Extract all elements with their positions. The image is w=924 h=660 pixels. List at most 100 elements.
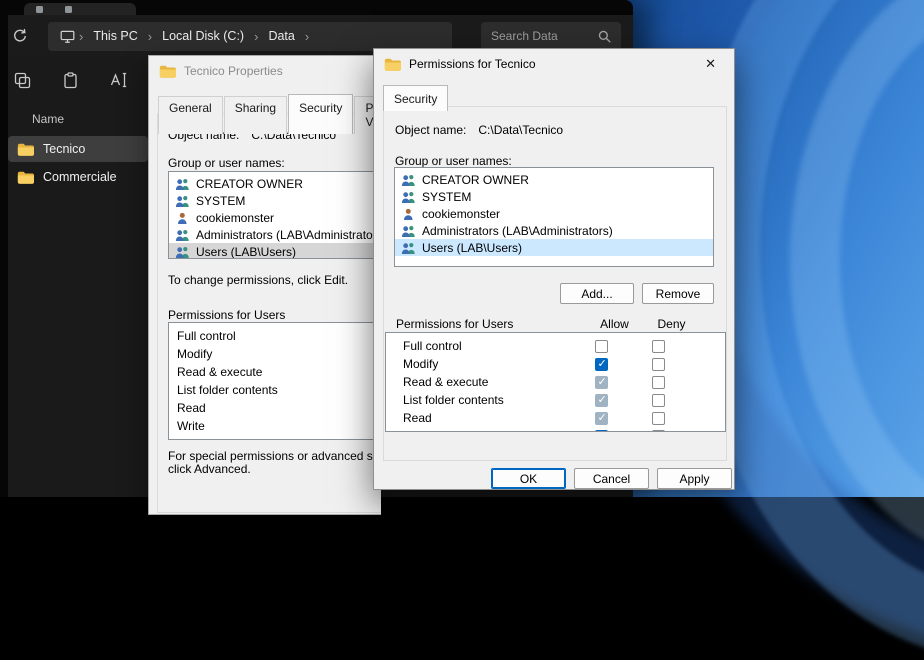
- permissions-for-users-label: Permissions for Users: [168, 308, 285, 322]
- cancel-button[interactable]: Cancel: [574, 468, 649, 489]
- remove-button[interactable]: Remove: [642, 283, 714, 304]
- permissions-dialog-title: Permissions for Tecnico: [409, 57, 689, 71]
- tab-close-icon[interactable]: [65, 6, 72, 13]
- group-item[interactable]: cookiemonster: [395, 205, 713, 222]
- user-group-icon: [401, 174, 416, 186]
- permission-item[interactable]: Full control: [169, 327, 381, 345]
- breadcrumb-item[interactable]: This PC: [85, 29, 145, 43]
- permission-item[interactable]: Read: [169, 399, 381, 417]
- deny-checkbox[interactable]: [652, 412, 665, 425]
- search-box[interactable]: Search Data: [481, 22, 621, 51]
- user-group-icon: [401, 225, 416, 237]
- group-item[interactable]: Users (LAB\Users): [395, 239, 713, 256]
- ok-button[interactable]: OK: [491, 468, 566, 489]
- properties-dialog: Tecnico Properties GeneralSharingSecurit…: [148, 55, 381, 515]
- breadcrumb-item[interactable]: Data: [260, 29, 302, 43]
- tab-general[interactable]: General: [158, 96, 223, 134]
- breadcrumb-item[interactable]: Local Disk (C:): [154, 29, 252, 43]
- group-item[interactable]: Administrators (LAB\Administrators): [169, 226, 381, 243]
- permission-name: Modify: [386, 357, 573, 371]
- tab-security[interactable]: Security: [288, 94, 353, 134]
- allow-checkbox[interactable]: [595, 358, 608, 371]
- file-name: Tecnico: [43, 142, 85, 156]
- allow-checkbox[interactable]: [595, 412, 608, 425]
- dialog-folder-icon: [384, 57, 401, 71]
- group-item-label: cookiemonster: [422, 207, 500, 221]
- column-header-name[interactable]: Name: [8, 108, 148, 136]
- permission-row: Write: [386, 427, 725, 432]
- group-item[interactable]: Users (LAB\Users): [169, 243, 381, 259]
- edit-hint: To change permissions, click Edit.: [168, 273, 348, 287]
- deny-checkbox[interactable]: [652, 376, 665, 389]
- user-group-icon: [175, 229, 190, 241]
- allow-checkbox[interactable]: [595, 340, 608, 353]
- advanced-hint-line2: click Advanced.: [168, 462, 251, 476]
- this-pc-icon: [60, 30, 75, 43]
- group-item-label: cookiemonster: [196, 211, 274, 225]
- deny-checkbox[interactable]: [652, 394, 665, 407]
- allow-checkbox[interactable]: [595, 394, 608, 407]
- permissions-tabs: Security: [374, 87, 734, 111]
- apply-button[interactable]: Apply: [657, 468, 732, 489]
- paste-icon[interactable]: [62, 72, 79, 89]
- object-name-line: Object name: C:\Data\Tecnico: [395, 123, 563, 137]
- file-row-commerciale[interactable]: Commerciale: [8, 164, 148, 190]
- group-item[interactable]: Administrators (LAB\Administrators): [395, 222, 713, 239]
- file-row-tecnico[interactable]: Tecnico: [8, 136, 148, 162]
- perm-table: Full controlModifyRead & executeList fol…: [385, 332, 726, 432]
- group-item[interactable]: SYSTEM: [395, 188, 713, 205]
- explorer-tab[interactable]: [24, 3, 136, 15]
- tab-security[interactable]: Security: [383, 85, 448, 111]
- permission-item[interactable]: Write: [169, 417, 381, 435]
- permission-row: Full control: [386, 337, 725, 355]
- tab-sharing[interactable]: Sharing: [224, 96, 287, 134]
- breadcrumb: ›This PC›Local Disk (C:)›Data›: [48, 22, 452, 51]
- advanced-hint-line1: For special permissions or advanced sett…: [168, 449, 381, 463]
- permissions-dialog: Permissions for Tecnico ✕ Security Objec…: [373, 48, 735, 490]
- allow-checkbox[interactable]: [595, 376, 608, 389]
- breadcrumb-chevron-icon: ›: [146, 29, 154, 44]
- permission-item[interactable]: Read & execute: [169, 363, 381, 381]
- folder-icon: [17, 142, 34, 156]
- group-item[interactable]: CREATOR OWNER: [395, 171, 713, 188]
- group-item[interactable]: CREATOR OWNER: [169, 175, 381, 192]
- permissions-dialog-titlebar[interactable]: Permissions for Tecnico ✕: [374, 49, 734, 79]
- close-button[interactable]: ✕: [697, 54, 724, 74]
- copy-icon[interactable]: [14, 72, 31, 89]
- dialog-folder-icon: [159, 64, 176, 78]
- deny-checkbox[interactable]: [652, 358, 665, 371]
- group-item-label: Administrators (LAB\Administrators): [196, 228, 381, 242]
- user-group-icon: [401, 191, 416, 203]
- user-group-icon: [175, 178, 190, 190]
- add-button[interactable]: Add...: [560, 283, 634, 304]
- properties-security-page: Object name: C:\Data\Tecnico Group or us…: [157, 113, 381, 513]
- group-item-label: CREATOR OWNER: [196, 177, 303, 191]
- properties-dialog-title: Tecnico Properties: [184, 64, 371, 78]
- props-group-list: CREATOR OWNERSYSTEM cookiemonster Administ…: [168, 171, 381, 259]
- rename-icon[interactable]: [110, 72, 128, 88]
- group-item[interactable]: SYSTEM: [169, 192, 381, 209]
- properties-dialog-titlebar[interactable]: Tecnico Properties: [149, 56, 381, 86]
- permissions-security-page: Object name: C:\Data\Tecnico Group or us…: [383, 106, 727, 461]
- search-placeholder: Search Data: [491, 29, 598, 43]
- advanced-hint: For special permissions or advanced sett…: [168, 450, 381, 476]
- permissions-table-header: Permissions for Users Allow Deny: [384, 317, 726, 331]
- deny-column-header: Deny: [643, 317, 700, 331]
- permission-name: Read: [386, 411, 573, 425]
- breadcrumb-chevron-icon: ›: [252, 29, 260, 44]
- group-item[interactable]: cookiemonster: [169, 209, 381, 226]
- deny-checkbox[interactable]: [652, 340, 665, 353]
- user-group-icon: [401, 242, 416, 254]
- group-item-label: Administrators (LAB\Administrators): [422, 224, 613, 238]
- search-icon: [598, 30, 611, 43]
- refresh-icon[interactable]: [12, 28, 28, 44]
- deny-checkbox[interactable]: [652, 430, 665, 433]
- props-perm-list: Full controlModifyRead & executeList fol…: [168, 322, 381, 440]
- permission-item[interactable]: Modify: [169, 345, 381, 363]
- permission-row: Modify: [386, 355, 725, 373]
- explorer-tab-bar: [0, 0, 633, 15]
- file-pane: Name Tecnico Commerciale: [8, 108, 148, 192]
- permission-item[interactable]: List folder contents: [169, 381, 381, 399]
- permission-name: Full control: [386, 339, 573, 353]
- allow-checkbox[interactable]: [595, 430, 608, 433]
